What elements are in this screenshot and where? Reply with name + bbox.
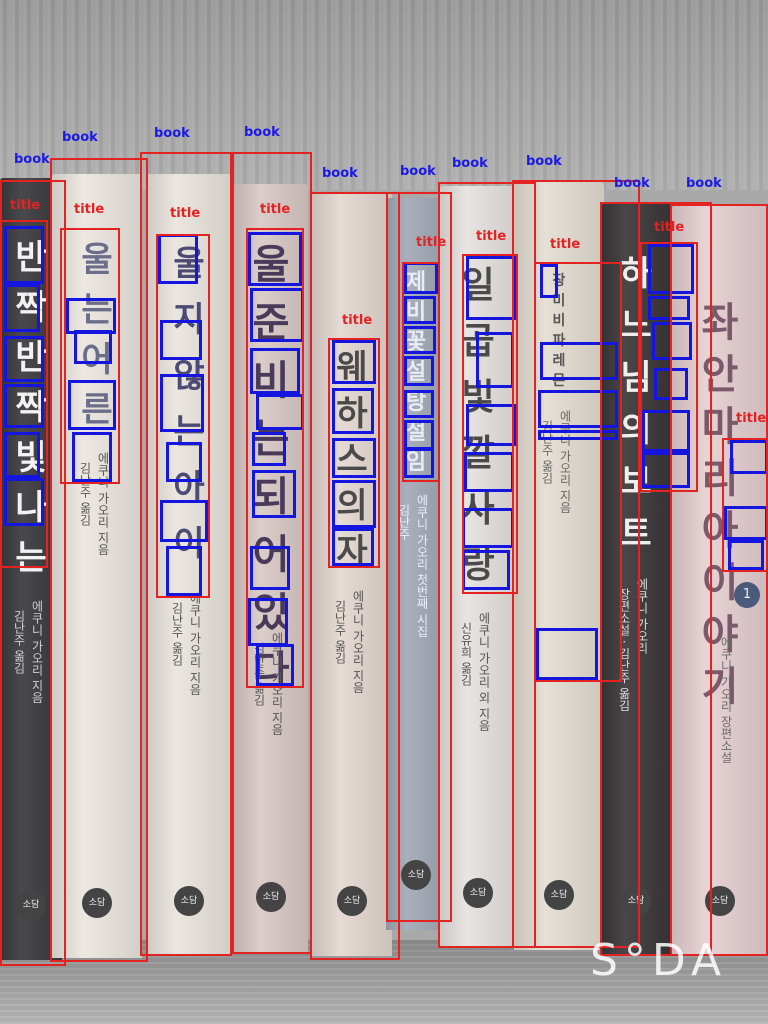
book-bounding-box xyxy=(232,152,312,954)
book-bounding-box xyxy=(670,204,768,956)
book-label: book xyxy=(62,130,98,145)
book-label: book xyxy=(244,125,280,140)
photo-scene: 반 짝 반 짝 빛 나 는 에쿠니 가오리 지음 김난주 옮김 소담 울 는 어 른 에쿠니 가오리 지음 김… xyxy=(0,0,768,1024)
book-label: book xyxy=(400,164,436,179)
book-label: book xyxy=(686,176,722,191)
book-label: book xyxy=(614,176,650,191)
book-label: book xyxy=(526,154,562,169)
book-label: book xyxy=(322,166,358,181)
book-label: book xyxy=(452,156,488,171)
book-label: book xyxy=(154,126,190,141)
book-bounding-box xyxy=(50,158,148,962)
book-label: book xyxy=(14,152,50,167)
watermark: S°DA xyxy=(590,935,728,986)
book-bounding-box xyxy=(140,152,232,956)
